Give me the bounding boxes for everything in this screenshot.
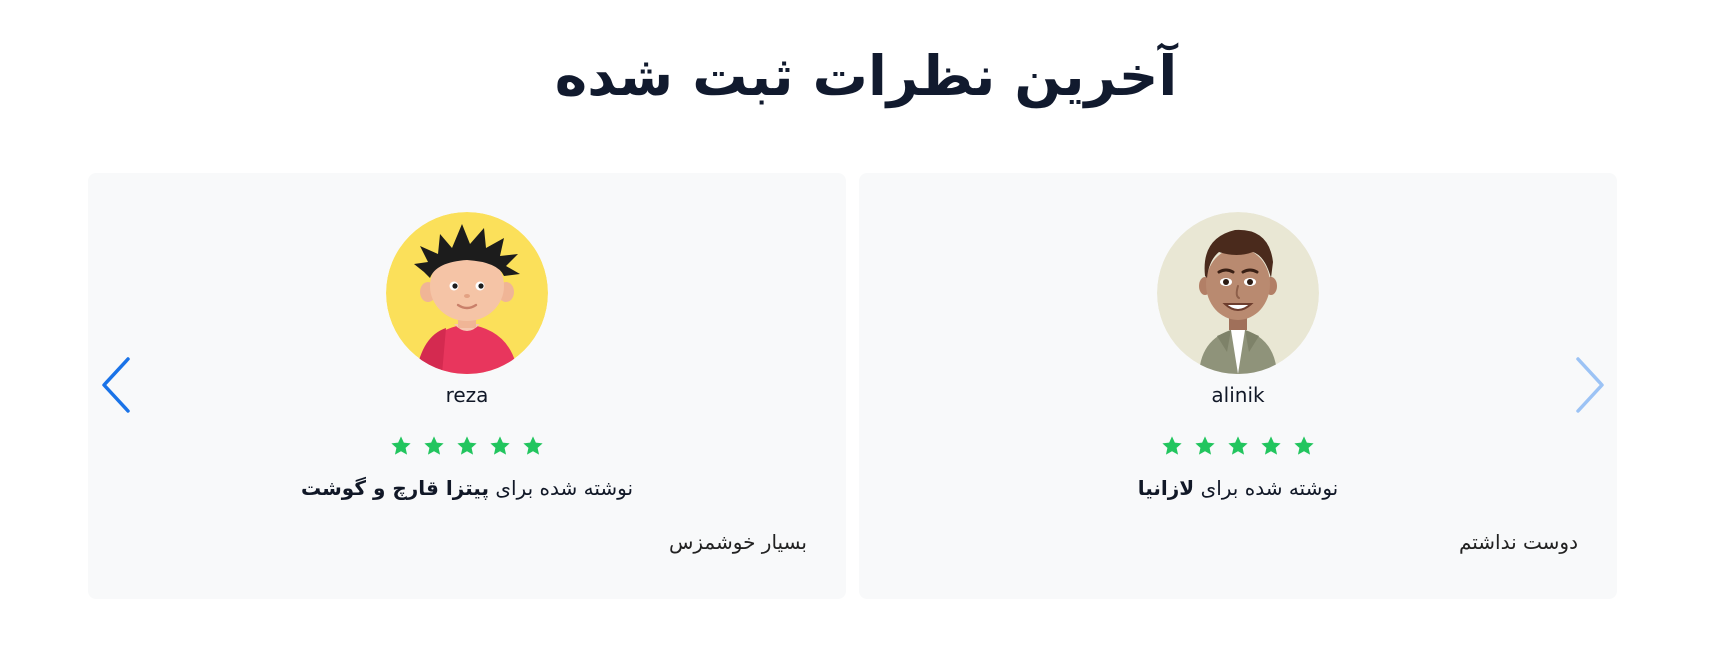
cartoon-man-avatar-icon <box>1157 212 1319 374</box>
star-icon <box>523 436 543 455</box>
review-username: reza <box>445 383 489 407</box>
avatar <box>386 212 548 374</box>
review-username: alinik <box>1211 383 1265 407</box>
rating-stars <box>859 435 1617 461</box>
section-title: آخرین نظرات ثبت شده <box>554 44 1179 108</box>
written-for-label: نوشته شده برای <box>1200 476 1339 500</box>
rating-stars <box>88 435 846 461</box>
cartoon-boy-avatar-icon <box>386 212 548 374</box>
star-icon <box>490 436 510 455</box>
written-for-line: نوشته شده برای پیتزا قارچ و گوشت <box>88 476 846 500</box>
chevron-right-icon <box>1576 357 1604 413</box>
star-icon <box>424 436 444 455</box>
chevron-left-icon <box>102 357 130 413</box>
slider-next-button[interactable] <box>1572 355 1608 415</box>
review-comment: بسیار خوشمزس <box>668 530 807 554</box>
star-icon <box>391 436 411 455</box>
review-comment: دوست نداشتم <box>1458 530 1578 554</box>
product-link[interactable]: لازانیا <box>1138 476 1194 500</box>
star-icon <box>1261 436 1281 455</box>
slider-prev-button[interactable] <box>98 355 134 415</box>
avatar <box>1157 212 1319 374</box>
review-card: reza نوشته شده برای پیتزا قارچ و گوشت بس… <box>88 173 846 599</box>
written-for-label: نوشته شده برای <box>495 476 634 500</box>
star-icon <box>457 436 477 455</box>
star-icon <box>1162 436 1182 455</box>
written-for-line: نوشته شده برای لازانیا <box>859 476 1617 500</box>
star-icon <box>1228 436 1248 455</box>
product-link[interactable]: پیتزا قارچ و گوشت <box>301 476 489 500</box>
star-icon <box>1294 436 1314 455</box>
review-card: alinik نوشته شده برای لازانیا دوست نداشت… <box>859 173 1617 599</box>
star-icon <box>1195 436 1215 455</box>
